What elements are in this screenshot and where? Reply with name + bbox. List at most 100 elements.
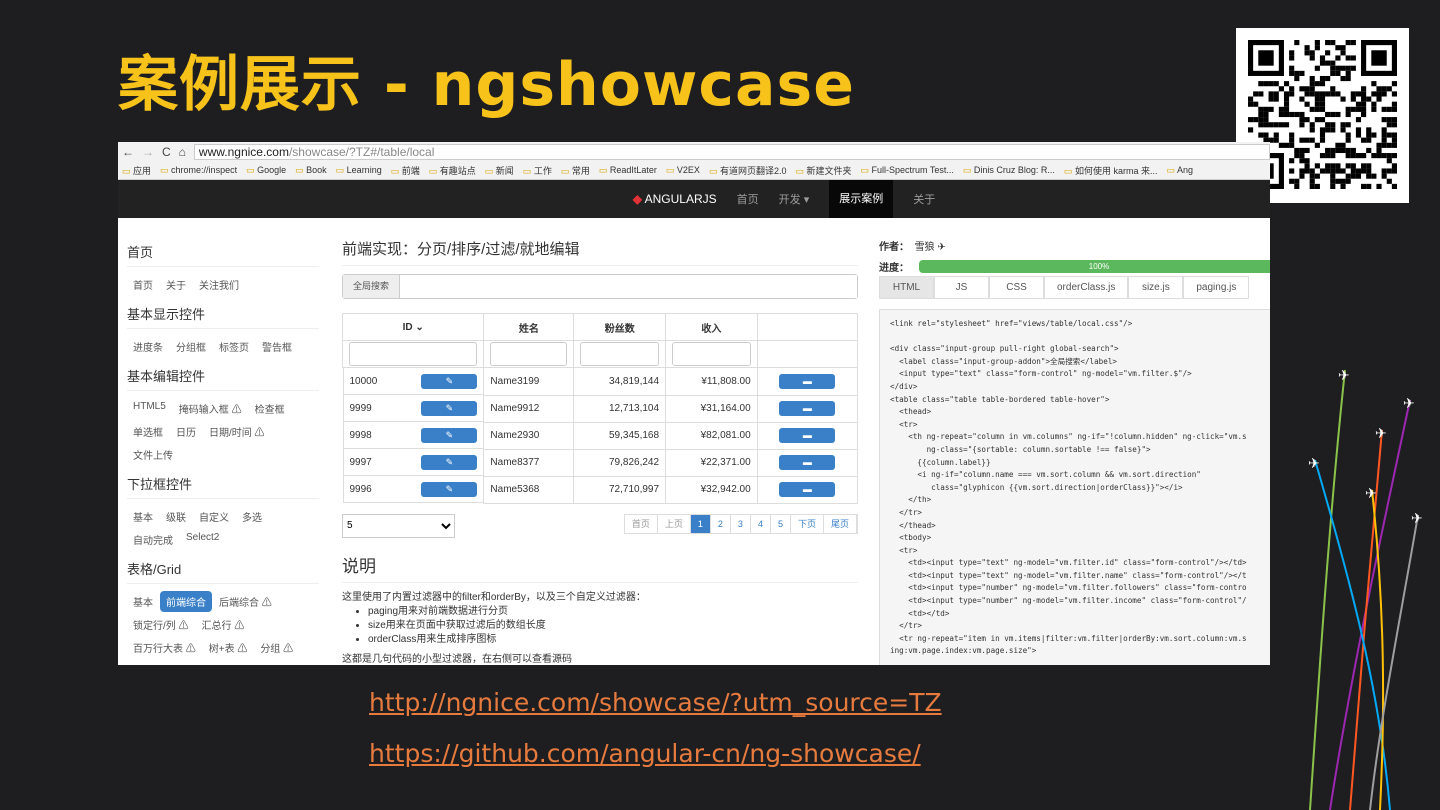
search-input[interactable] — [400, 275, 857, 298]
bookmark-item[interactable]: 常用 — [561, 164, 590, 177]
bookmark-item[interactable]: Learning — [336, 165, 382, 176]
sidebar-item[interactable]: 自动完成 — [133, 530, 173, 549]
sidebar-item[interactable]: 百万行大表 ⚠ — [133, 638, 196, 657]
edit-button[interactable]: ✎ — [421, 427, 478, 443]
column-header[interactable]: 收入 — [665, 313, 758, 341]
source-tab[interactable]: paging.js — [1183, 276, 1250, 299]
edit-button[interactable]: ✎ — [421, 454, 478, 470]
bookmark-item[interactable]: ReadItLater — [599, 165, 657, 176]
nav-develop[interactable]: 开发 ▾ — [779, 191, 810, 207]
sidebar-item[interactable]: 标签页 — [219, 337, 249, 356]
page-size-select[interactable]: 5 — [342, 513, 455, 538]
source-tab[interactable]: size.js — [1128, 276, 1184, 299]
source-tab[interactable]: JS — [934, 276, 989, 299]
filter-followers-input[interactable] — [580, 342, 660, 366]
sidebar-item[interactable]: 基本 — [133, 507, 153, 526]
reload-icon[interactable]: C — [162, 145, 171, 159]
sidebar-item[interactable]: 进度条 — [133, 337, 163, 356]
bookmark-item[interactable]: 有道网页翻译2.0 — [709, 164, 787, 177]
column-header[interactable]: 姓名 — [483, 313, 575, 341]
bookmark-item[interactable]: 前端 — [391, 164, 420, 177]
sidebar-item[interactable]: 内嵌子表 ⚠ — [199, 661, 252, 665]
sidebar-item[interactable]: 前端综合 — [160, 591, 212, 612]
sidebar-item[interactable]: 日期/时间 ⚠ — [209, 422, 265, 441]
sidebar-item[interactable]: 树+表 ⚠ — [209, 638, 248, 657]
sidebar-item[interactable]: 扩展信息 ⚠ — [133, 661, 186, 665]
bookmark-item[interactable]: chrome://inspect — [160, 165, 237, 176]
page-link[interactable]: 上页 — [658, 514, 691, 533]
sidebar-item[interactable]: 关于 — [166, 275, 186, 294]
sidebar-item[interactable]: 警告框 — [262, 337, 292, 356]
sidebar-item[interactable]: 锁定行/列 ⚠ — [133, 615, 189, 634]
column-header[interactable]: 粉丝数 — [573, 313, 667, 341]
source-tab[interactable]: CSS — [989, 276, 1044, 299]
sidebar-item[interactable]: 级联 — [166, 507, 186, 526]
page-link[interactable]: 4 — [751, 514, 771, 533]
comment-button[interactable]: ▬ — [779, 428, 836, 443]
bookmark-item[interactable]: 新建文件夹 — [795, 164, 851, 177]
comment-button[interactable]: ▬ — [779, 455, 836, 470]
sidebar-item[interactable]: 分组 ⚠ — [260, 638, 293, 657]
edit-button[interactable]: ✎ — [421, 373, 478, 389]
source-tab[interactable]: orderClass.js — [1044, 276, 1129, 299]
filter-id-input[interactable] — [349, 342, 478, 366]
page-link[interactable]: 1 — [690, 514, 711, 533]
angularjs-logo[interactable]: ◆ ANGULARJS — [633, 192, 717, 206]
nav-home[interactable]: 首页 — [737, 191, 759, 207]
sidebar-item[interactable]: 首页 — [133, 275, 153, 294]
comment-button[interactable]: ▬ — [779, 373, 836, 389]
sidebar-item[interactable]: 文件上传 — [133, 445, 173, 464]
bookmark-item[interactable]: Google — [246, 165, 286, 176]
back-icon[interactable]: ← — [122, 145, 134, 159]
bookmark-item[interactable]: Dinis Cruz Blog: R... — [963, 165, 1055, 176]
sidebar-item[interactable]: 掩码输入框 ⚠ — [179, 399, 242, 418]
page-link[interactable]: 5 — [771, 514, 791, 533]
comment-button[interactable]: ▬ — [779, 482, 836, 497]
sidebar-item[interactable]: 分组框 — [176, 337, 206, 356]
page-link[interactable]: 2 — [711, 514, 731, 533]
home-icon[interactable]: ⌂ — [179, 145, 186, 159]
sidebar-item[interactable]: 汇总行 ⚠ — [202, 615, 245, 634]
author-link[interactable]: 雪狼 ✈ — [915, 242, 946, 253]
source-tab[interactable]: HTML — [879, 276, 934, 299]
bookmark-item[interactable]: 如何使用 karma 来... — [1064, 164, 1158, 177]
bookmark-item[interactable]: 工作 — [523, 164, 552, 177]
sidebar-section-title: 首页 — [127, 238, 319, 267]
bookmark-item[interactable]: V2EX — [666, 165, 700, 176]
sidebar-item[interactable]: 单选框 — [133, 422, 163, 441]
bookmark-item[interactable]: Book — [295, 165, 327, 176]
sidebar-item[interactable]: 自定义 — [199, 507, 229, 526]
forward-icon[interactable]: → — [142, 145, 154, 159]
nav-showcase[interactable]: 展示案例 — [829, 180, 894, 218]
page-link[interactable]: 下页 — [791, 514, 824, 533]
bookmark-item[interactable]: 新闻 — [485, 164, 514, 177]
bookmark-item[interactable]: 应用 — [122, 164, 151, 177]
sidebar-item[interactable]: 检查框 — [255, 399, 285, 418]
sidebar-item[interactable]: 关注我们 — [199, 275, 239, 294]
column-header[interactable] — [756, 313, 859, 341]
url-input[interactable]: www.ngnice.com/showcase/?TZ#/table/local — [193, 144, 1270, 160]
sidebar-item[interactable]: 日历 — [176, 422, 196, 441]
edit-button[interactable]: ✎ — [421, 481, 478, 497]
showcase-link[interactable]: http://ngnice.com/showcase/?utm_source=T… — [369, 688, 942, 717]
filter-income-input[interactable] — [672, 342, 751, 366]
page-link[interactable]: 3 — [731, 514, 751, 533]
bookmark-item[interactable]: 有趣站点 — [429, 164, 476, 177]
edit-button[interactable]: ✎ — [421, 400, 478, 416]
filter-name-input[interactable] — [490, 342, 568, 366]
page-link[interactable]: 首页 — [625, 514, 658, 533]
comment-button[interactable]: ▬ — [779, 401, 836, 416]
sidebar-item[interactable]: Select2 — [186, 530, 219, 549]
sidebar-item[interactable]: HTML5 — [133, 399, 166, 418]
sidebar-item[interactable]: 多选 — [242, 507, 262, 526]
github-link[interactable]: https://github.com/angular-cn/ng-showcas… — [369, 739, 921, 768]
nav-about[interactable]: 关于 — [913, 191, 935, 207]
action-cell: ▬ — [756, 421, 859, 450]
page-link[interactable]: 尾页 — [824, 514, 857, 533]
bookmark-item[interactable]: Full-Spectrum Test... — [861, 165, 954, 176]
name-cell: Name3199 — [483, 367, 575, 396]
bookmark-item[interactable]: Ang — [1166, 165, 1193, 176]
sidebar-item[interactable]: 基本 — [133, 592, 153, 611]
sidebar-item[interactable]: 后端综合 ⚠ — [219, 592, 272, 611]
column-header[interactable]: ID ⌄ — [341, 313, 485, 341]
